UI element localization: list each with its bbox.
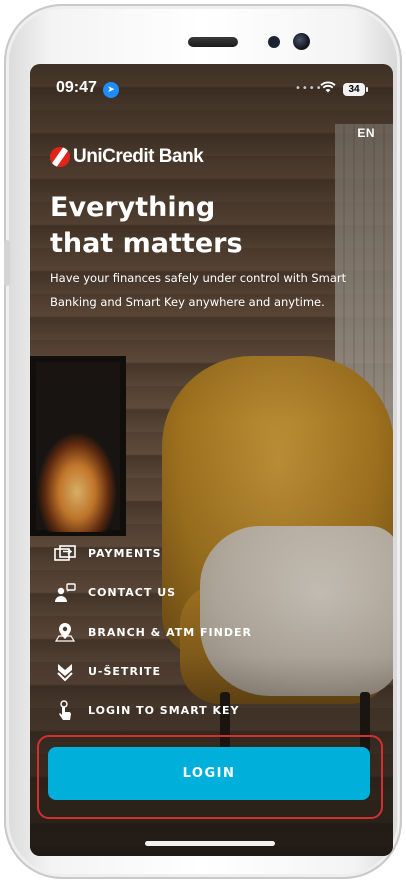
signal-dots-icon: ••••: [295, 83, 323, 94]
battery-icon: 34: [343, 83, 365, 96]
payments-icon: [52, 543, 78, 565]
wifi-icon: [320, 81, 336, 97]
hero-headline: Everything that matters: [50, 190, 370, 262]
home-indicator[interactable]: [145, 841, 275, 846]
hero-subtitle: Have your finances safely under control …: [50, 271, 347, 309]
unicredit-logo: UniCredit Bank: [50, 146, 204, 168]
phone-frame: 09:47 ➤ •••• 34 EN UniCredit Bank Everyt…: [4, 4, 402, 879]
menu-item-label: CONTACT US: [88, 586, 177, 600]
contact-icon: [52, 582, 78, 604]
quick-menu: PAYMENTS CONTACT US BRANCH & ATM FINDER …: [52, 534, 312, 730]
menu-item-label: PAYMENTS: [88, 547, 162, 561]
brand-name: UniCredit Bank: [73, 146, 204, 167]
phone-speaker: [188, 37, 238, 47]
hero-headline-line1: Everything: [50, 192, 216, 223]
menu-item-label: BRANCH & ATM FINDER: [88, 625, 252, 639]
unicredit-logo-icon: [50, 147, 70, 167]
phone-sensor: [268, 36, 280, 48]
menu-item-u-setrite[interactable]: U-ŠETRITE: [52, 652, 312, 691]
menu-item-branch-atm-finder[interactable]: BRANCH & ATM FINDER: [52, 613, 312, 652]
status-time: 09:47: [56, 79, 97, 96]
location-arrow-icon: ➤: [103, 82, 119, 98]
login-button[interactable]: LOGIN: [48, 747, 370, 800]
app-screen: 09:47 ➤ •••• 34 EN UniCredit Bank Everyt…: [30, 64, 393, 856]
menu-item-label: LOGIN TO SMART KEY: [88, 704, 240, 718]
map-pin-icon: [52, 621, 78, 643]
menu-item-label: U-ŠETRITE: [88, 665, 162, 679]
u-setrite-icon: [52, 661, 78, 683]
language-switcher[interactable]: EN: [357, 126, 375, 140]
phone-front-camera: [293, 33, 310, 50]
menu-item-contact-us[interactable]: CONTACT US: [52, 573, 312, 612]
status-bar: 09:47 ➤ •••• 34: [30, 78, 393, 102]
battery-tip: [366, 87, 368, 92]
menu-item-payments[interactable]: PAYMENTS: [52, 534, 312, 573]
smart-key-icon: [52, 700, 78, 722]
hero-headline-line2: that matters: [50, 228, 243, 259]
phone-side-button: [4, 240, 10, 286]
menu-item-login-smart-key[interactable]: LOGIN TO SMART KEY: [52, 691, 312, 730]
